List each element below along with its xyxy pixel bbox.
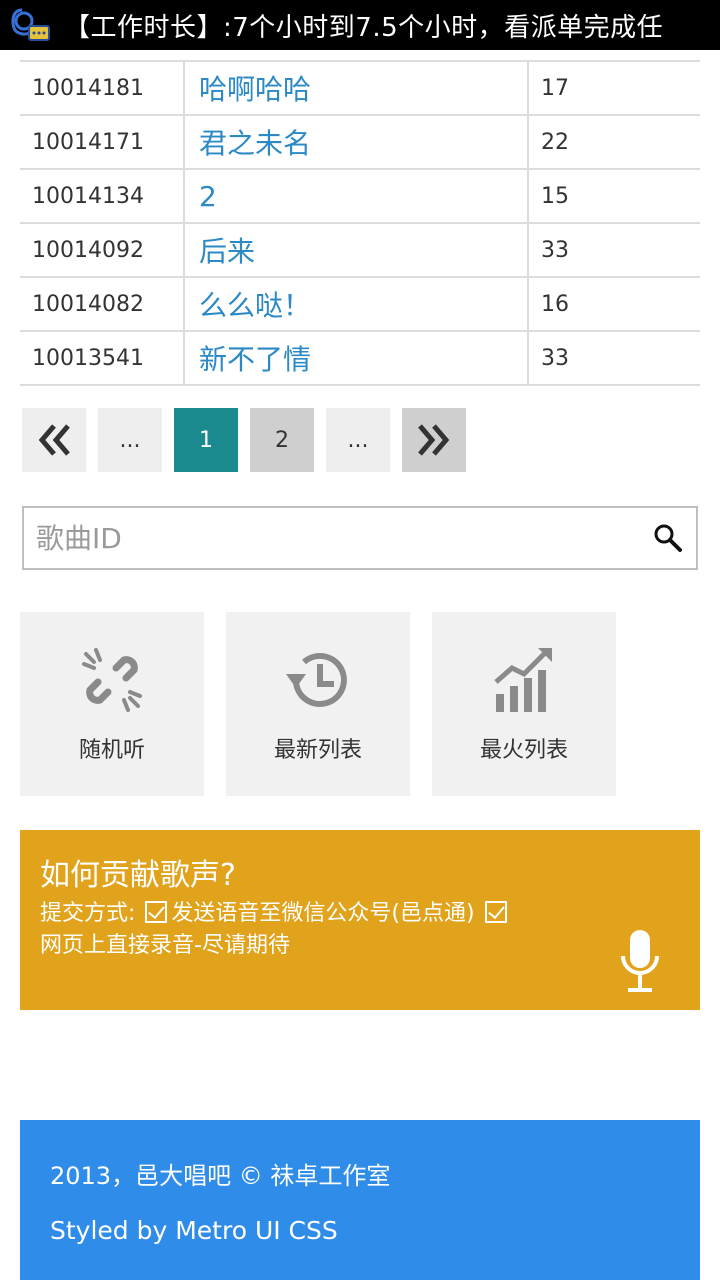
song-id-cell: 10014134 bbox=[20, 168, 185, 224]
table-row: 10014082 么么哒！ 16 bbox=[20, 276, 700, 332]
footer: 2013，邑大唱吧 © 祙卓工作室 Styled by Metro UI CSS bbox=[20, 1120, 700, 1280]
random-play-tile[interactable]: 随机听 bbox=[20, 612, 204, 796]
action-tiles: 随机听 最新列表 最火列表 bbox=[20, 612, 616, 796]
pagination: ... 1 2 ... bbox=[22, 408, 466, 472]
notification-ticker: 【工作时长】:7个小时到7.5个小时，看派单完成任 bbox=[64, 12, 664, 43]
song-name-link[interactable]: 君之未名 bbox=[184, 114, 529, 170]
song-count-cell: 33 bbox=[528, 330, 700, 386]
song-id-cell: 10014181 bbox=[20, 60, 185, 116]
history-icon bbox=[286, 653, 347, 707]
table-row: 10014134 2 15 bbox=[20, 168, 700, 224]
song-count-cell: 17 bbox=[528, 60, 700, 116]
page-2-button[interactable]: 2 bbox=[250, 408, 314, 472]
random-play-label: 随机听 bbox=[78, 738, 145, 763]
table-row: 10014092 后来 33 bbox=[20, 222, 700, 278]
table-row: 10013541 新不了情 33 bbox=[20, 330, 700, 386]
broken-link-icon bbox=[82, 648, 142, 712]
song-id-cell: 10013541 bbox=[20, 330, 185, 386]
first-page-button[interactable] bbox=[22, 408, 86, 472]
hottest-list-label: 最火列表 bbox=[479, 738, 568, 763]
checkmark-icon bbox=[145, 901, 168, 923]
contribute-methods: 提交方式: 发送语音至微信公众号(邑点通) 网页上直接录音-尽请期待 bbox=[40, 898, 620, 962]
double-chevron-left-icon bbox=[38, 424, 70, 456]
song-id-cell: 10014171 bbox=[20, 114, 185, 170]
status-bar: 【工作时长】:7个小时到7.5个小时，看派单完成任 bbox=[0, 0, 720, 50]
next-ellipsis-button[interactable]: ... bbox=[326, 408, 390, 472]
table-row: 10014171 君之未名 22 bbox=[20, 114, 700, 170]
microphone-icon bbox=[621, 930, 659, 992]
song-name-link[interactable]: 2 bbox=[184, 168, 529, 224]
song-count-cell: 22 bbox=[528, 114, 700, 170]
song-count-cell: 33 bbox=[528, 222, 700, 278]
search-button[interactable] bbox=[652, 522, 684, 554]
chat-bot-icon bbox=[0, 0, 56, 50]
song-name-link[interactable]: 后来 bbox=[184, 222, 529, 278]
song-count-cell: 15 bbox=[528, 168, 700, 224]
song-name-link[interactable]: 么么哒！ bbox=[184, 276, 529, 332]
copyright-text: 2013，邑大唱吧 © 祙卓工作室 bbox=[50, 1162, 391, 1190]
contribute-panel: 如何贡献歌声? 提交方式: 发送语音至微信公众号(邑点通) 网页上直接录音-尽请期… bbox=[20, 830, 700, 1010]
double-chevron-right-icon bbox=[418, 424, 450, 456]
hottest-list-tile[interactable]: 最火列表 bbox=[432, 612, 616, 796]
credits-text: Styled by Metro UI CSS bbox=[50, 1216, 338, 1245]
trending-chart-icon bbox=[494, 648, 552, 712]
method-label: 提交方式: bbox=[40, 901, 136, 926]
prev-ellipsis-button[interactable]: ... bbox=[98, 408, 162, 472]
search-input[interactable] bbox=[24, 508, 624, 568]
last-page-button[interactable] bbox=[402, 408, 466, 472]
wechat-option: 发送语音至微信公众号(邑点通) bbox=[171, 901, 475, 926]
song-table: 10014181 哈啊哈哈 17 10014171 君之未名 22 100141… bbox=[20, 60, 700, 386]
record-button[interactable] bbox=[620, 928, 660, 998]
web-record-option: 网页上直接录音-尽请期待 bbox=[40, 933, 290, 958]
latest-list-label: 最新列表 bbox=[273, 738, 362, 763]
table-row: 10014181 哈啊哈哈 17 bbox=[20, 60, 700, 116]
page-1-button[interactable]: 1 bbox=[174, 408, 238, 472]
song-name-link[interactable]: 哈啊哈哈 bbox=[184, 60, 529, 116]
search-icon bbox=[654, 524, 682, 552]
song-name-link[interactable]: 新不了情 bbox=[184, 330, 529, 386]
latest-list-tile[interactable]: 最新列表 bbox=[226, 612, 410, 796]
song-id-search bbox=[22, 506, 698, 570]
checkmark-icon bbox=[484, 901, 507, 923]
song-id-cell: 10014092 bbox=[20, 222, 185, 278]
song-count-cell: 16 bbox=[528, 276, 700, 332]
song-id-cell: 10014082 bbox=[20, 276, 185, 332]
contribute-title: 如何贡献歌声? bbox=[40, 858, 236, 893]
